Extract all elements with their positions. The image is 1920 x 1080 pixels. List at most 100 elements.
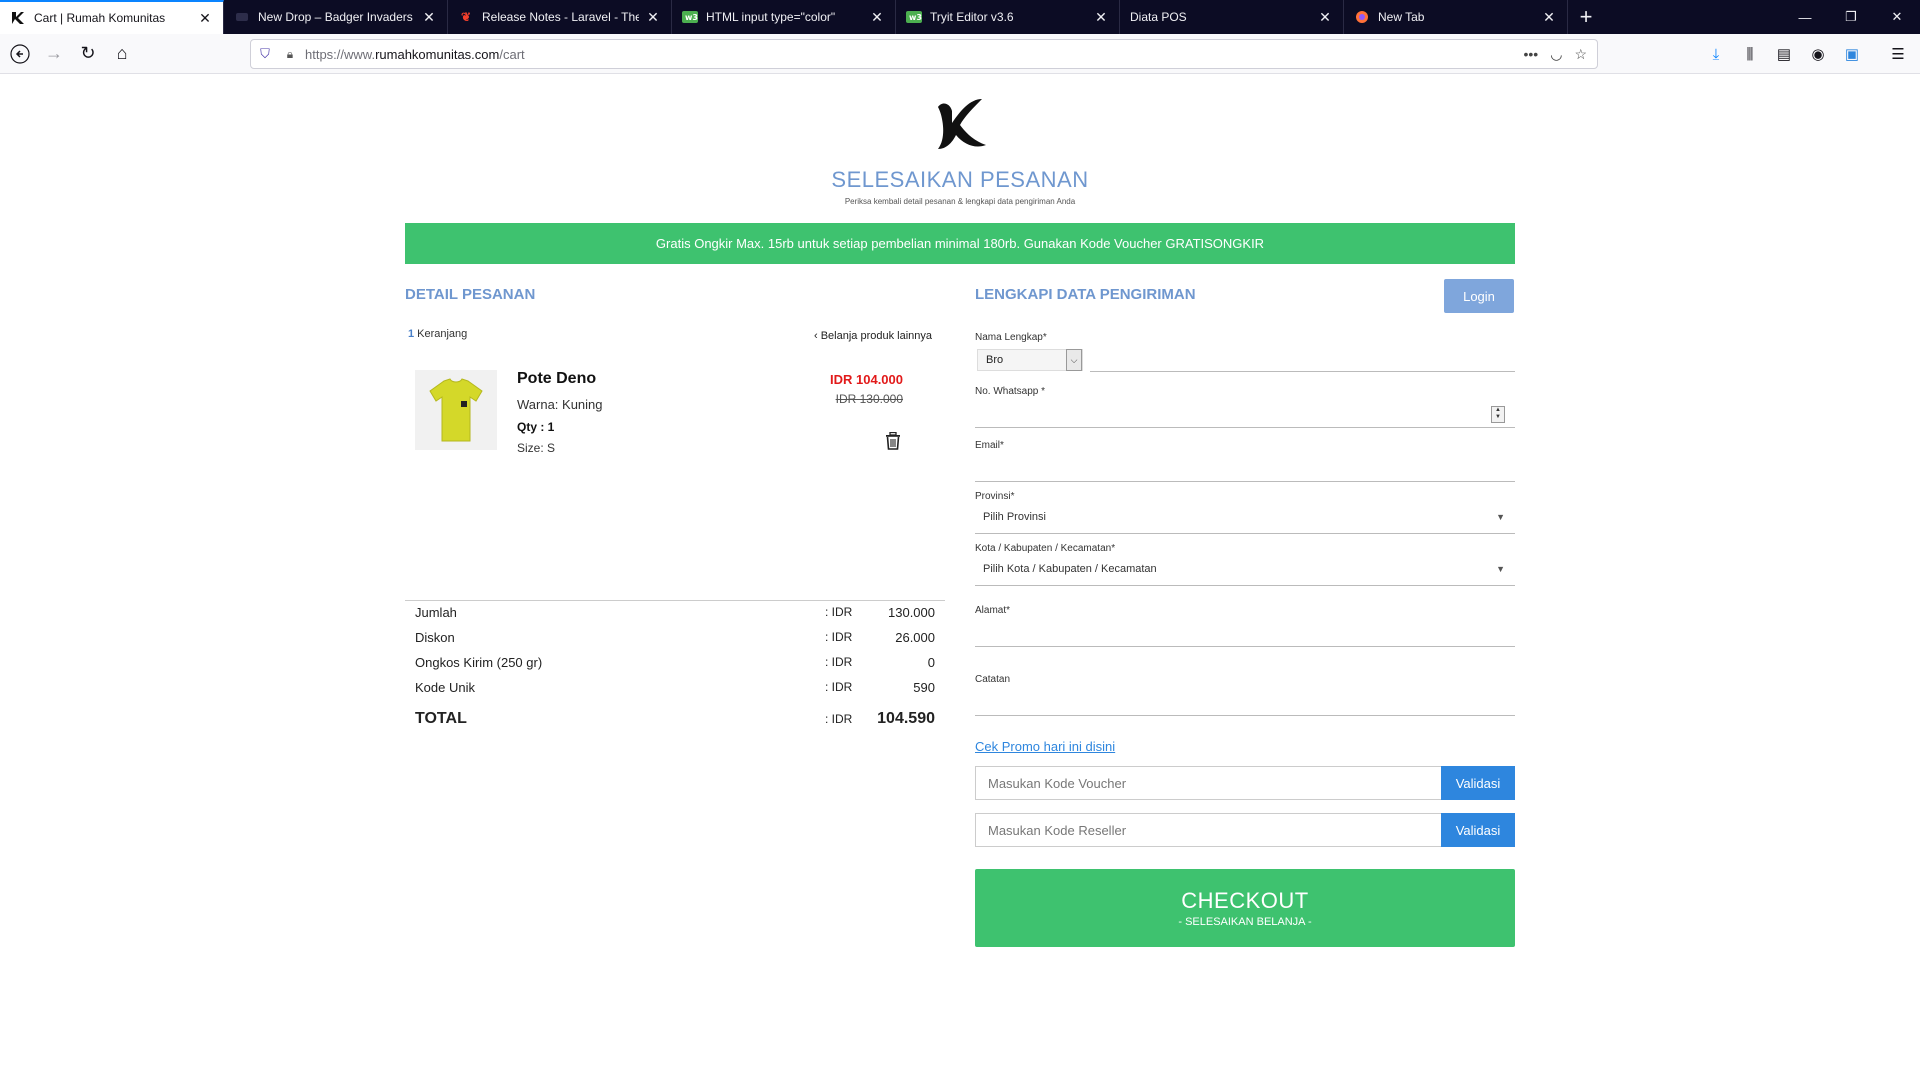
product-name: Pote Deno	[517, 370, 597, 387]
tab-tryit[interactable]: w3 Tryit Editor v3.6 ✕	[896, 0, 1120, 34]
promo-link[interactable]: Cek Promo hari ini disini	[975, 739, 1115, 754]
caret-down-icon: ▼	[1496, 512, 1505, 522]
close-icon[interactable]: ✕	[1541, 9, 1557, 25]
cart-count-label: Keranjang	[417, 328, 468, 340]
close-icon[interactable]: ✕	[645, 9, 661, 25]
city-underline	[975, 585, 1515, 586]
tab-title: New Drop – Badger Invaders	[258, 10, 413, 24]
validate-voucher-button[interactable]: Validasi	[1441, 766, 1515, 800]
summary-value: 0	[927, 655, 935, 670]
product-size: Size: S	[517, 441, 556, 455]
notes-input[interactable]	[975, 715, 1515, 716]
address-input[interactable]	[975, 646, 1515, 647]
page-title: SELESAIKAN PESANAN	[831, 167, 1089, 192]
tab-laravel[interactable]: ❦ Release Notes - Laravel - The PHP ✕	[448, 0, 672, 34]
page-subtitle: Periksa kembali detail pesanan & lengkap…	[844, 197, 1076, 206]
restore-icon[interactable]: ❐	[1828, 0, 1874, 34]
city-select-value: Pilih Kota / Kabupaten / Kecamatan	[983, 563, 1157, 575]
email-input[interactable]	[975, 481, 1515, 482]
bookmark-star-icon[interactable]: ☆	[1574, 46, 1587, 63]
province-underline	[975, 533, 1515, 534]
voucher-input[interactable]: Masukan Kode Voucher	[975, 766, 1441, 800]
site-icon	[234, 9, 250, 25]
reload-icon[interactable]: ↻	[72, 38, 104, 70]
product-price: IDR 104.000	[830, 372, 903, 387]
summary-value: 130.000	[888, 605, 935, 620]
back-icon[interactable]	[4, 38, 36, 70]
address-label: Alamat*	[975, 605, 1011, 616]
close-window-icon[interactable]: ✕	[1874, 0, 1920, 34]
chevron-down-icon[interactable]: ⌵	[1066, 349, 1082, 371]
more-actions-icon[interactable]: •••	[1524, 46, 1539, 63]
home-icon[interactable]: ⌂	[106, 38, 138, 70]
product-old-price: IDR 130.000	[835, 392, 903, 406]
close-icon[interactable]: ✕	[1317, 9, 1333, 25]
total-value: 104.590	[877, 710, 935, 727]
nav-bar: → ↻ ⌂ ⛉ 🔒︎ https://www.rumahkomunitas.co…	[0, 34, 1920, 74]
tab-cart[interactable]: Cart | Rumah Komunitas ✕	[0, 0, 224, 34]
library-icon[interactable]: ⫼	[1736, 38, 1764, 70]
tab-new-tab[interactable]: New Tab ✕	[1344, 0, 1568, 34]
close-icon[interactable]: ✕	[1093, 9, 1109, 25]
reseller-input[interactable]: Masukan Kode Reseller	[975, 813, 1441, 847]
tab-html-color[interactable]: w3 HTML input type="color" ✕	[672, 0, 896, 34]
validate-reseller-button[interactable]: Validasi	[1441, 813, 1515, 847]
download-icon[interactable]: ⤓	[1702, 38, 1730, 70]
title-select[interactable]: Bro ⌵	[977, 349, 1083, 371]
summary-label: Diskon	[415, 630, 455, 645]
summary-value: 26.000	[895, 630, 935, 645]
whatsapp-input[interactable]	[975, 427, 1515, 428]
product-image[interactable]	[415, 370, 497, 450]
full-name-label: Nama Lengkap*	[975, 332, 1047, 343]
checkout-button[interactable]: CHECKOUT - SELESAIKAN BELANJA -	[975, 869, 1515, 947]
trash-icon[interactable]	[885, 431, 903, 452]
summary-row-unique-code: Kode Unik : IDR 590	[405, 680, 945, 702]
firefox-icon	[1354, 9, 1370, 25]
page: SELESAIKAN PESANAN Periksa kembali detai…	[0, 75, 1920, 1080]
w3-icon: w3	[682, 9, 698, 25]
total-currency: : IDR	[825, 712, 853, 726]
close-icon[interactable]: ✕	[869, 9, 885, 25]
full-name-input[interactable]	[1090, 371, 1515, 372]
tab-title: Cart | Rumah Komunitas	[34, 11, 166, 25]
province-select[interactable]: Pilih Provinsi ▼	[975, 506, 1515, 528]
summary-currency: : IDR	[825, 630, 853, 644]
svg-text:w3: w3	[685, 13, 698, 22]
url-bar[interactable]: ⛉ 🔒︎ https://www.rumahkomunitas.com/cart…	[250, 39, 1598, 69]
new-tab-button[interactable]: +	[1568, 0, 1604, 34]
city-label: Kota / Kabupaten / Kecamatan*	[975, 543, 1116, 554]
url-text[interactable]: https://www.rumahkomunitas.com/cart	[301, 47, 1524, 62]
product-color: Warna: Kuning	[517, 397, 603, 412]
cart-count: 1 Keranjang	[408, 328, 467, 340]
pocket-icon[interactable]: ◡	[1550, 46, 1562, 63]
continue-shopping-link[interactable]: ‹ Belanja produk lainnya	[814, 330, 932, 342]
province-label: Provinsi*	[975, 491, 1015, 502]
close-icon[interactable]: ✕	[197, 10, 213, 26]
extension-icon[interactable]: ▣	[1838, 38, 1866, 70]
shield-icon[interactable]: ⛉	[251, 46, 279, 62]
email-label: Email*	[975, 440, 1004, 451]
site-logo[interactable]	[930, 93, 992, 155]
close-icon[interactable]: ✕	[421, 9, 437, 25]
tab-diata-pos[interactable]: Diata POS ✕	[1120, 0, 1344, 34]
laravel-icon: ❦	[460, 10, 472, 24]
minimize-icon[interactable]: —	[1782, 0, 1828, 34]
sidebar-icon[interactable]: ▤	[1770, 38, 1798, 70]
summary-currency: : IDR	[825, 680, 853, 694]
tab-badger[interactable]: New Drop – Badger Invaders ✕	[224, 0, 448, 34]
forward-icon[interactable]: →	[38, 38, 70, 70]
login-button[interactable]: Login	[1444, 279, 1514, 313]
menu-icon[interactable]: ☰	[1884, 38, 1912, 70]
account-icon[interactable]: ◉	[1804, 38, 1832, 70]
number-spinner[interactable]: ▲ ▼	[1491, 406, 1505, 423]
checkout-sublabel: - SELESAIKAN BELANJA -	[1178, 916, 1312, 928]
tab-title: Release Notes - Laravel - The PHP	[482, 10, 639, 24]
tab-bar: Cart | Rumah Komunitas ✕ New Drop – Badg…	[0, 0, 1920, 34]
city-select[interactable]: Pilih Kota / Kabupaten / Kecamatan ▼	[975, 558, 1515, 580]
lock-icon[interactable]: 🔒︎	[279, 47, 301, 62]
k-logo-icon	[10, 10, 26, 26]
summary-currency: : IDR	[825, 605, 853, 619]
tab-title: New Tab	[1378, 10, 1425, 24]
summary-label: Kode Unik	[415, 680, 475, 695]
order-details-title: DETAIL PESANAN	[405, 286, 536, 303]
